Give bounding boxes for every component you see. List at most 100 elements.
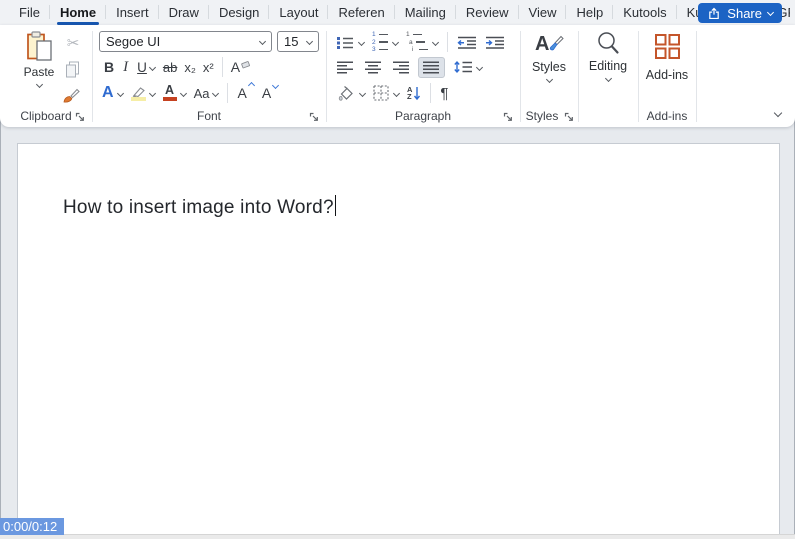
font-color-letter: A (165, 85, 174, 96)
grow-font-button[interactable]: A (233, 82, 250, 104)
line-spacing-icon (453, 60, 473, 74)
text-highlight-dropdown[interactable] (150, 82, 159, 104)
underline-dropdown[interactable] (149, 56, 159, 78)
font-dialog-launcher[interactable] (309, 112, 319, 122)
multilevel-mark: i (412, 47, 417, 52)
editing-button[interactable]: Editing (578, 31, 638, 81)
line-spacing-button[interactable] (450, 56, 485, 78)
text-effects-button[interactable]: A (99, 82, 117, 104)
styles-button-label: Styles (532, 60, 566, 74)
change-case-button[interactable]: Aa (191, 82, 213, 104)
bullets-button[interactable] (333, 31, 357, 53)
justify-button[interactable] (418, 57, 445, 78)
clipboard-dialog-launcher[interactable] (75, 112, 85, 122)
font-color-chevron (180, 89, 187, 96)
italic-button[interactable]: I (118, 56, 133, 78)
share-label: Share (727, 6, 762, 21)
shrink-font-button[interactable]: A (258, 82, 275, 104)
text-highlight-button[interactable] (128, 82, 149, 104)
paragraph-dialog-launcher[interactable] (503, 112, 513, 122)
decrease-indent-button[interactable] (454, 31, 480, 53)
sort-button[interactable]: A Z (404, 82, 424, 104)
tab-review[interactable]: Review (456, 0, 519, 25)
dialog-launcher-icon (309, 112, 319, 122)
strikethrough-button[interactable]: ab (160, 56, 180, 78)
format-painter-icon (62, 87, 80, 103)
paste-clipboard-icon (26, 31, 53, 62)
text-highlight-chevron (149, 89, 156, 96)
text-effects-dropdown[interactable] (118, 82, 127, 104)
tab-help[interactable]: Help (566, 0, 613, 25)
numbering-digit: 1 (372, 32, 377, 37)
tab-mailings[interactable]: Mailing (395, 0, 456, 25)
player-time-text: 0:00/0:12 (3, 519, 57, 534)
mini-separator (447, 32, 448, 52)
font-group-label: Font (92, 109, 326, 123)
collapse-ribbon-chevron[interactable] (774, 109, 782, 117)
clipboard-group: Paste ✂ Clipboard (0, 25, 92, 127)
font-name-combobox[interactable]: Segoe UI (99, 31, 272, 52)
tab-home[interactable]: Home (50, 0, 106, 25)
bold-button[interactable]: B (101, 56, 117, 78)
tab-view[interactable]: View (519, 0, 567, 25)
addins-button[interactable]: Add-ins (638, 33, 696, 82)
numbering-button[interactable]: 1 2 3 (369, 31, 391, 53)
multilevel-list-button[interactable]: 1 a i (403, 31, 431, 53)
font-color-button[interactable]: A (160, 82, 180, 104)
align-left-icon (337, 61, 354, 74)
tab-file[interactable]: File (9, 0, 50, 25)
cut-button[interactable]: ✂ (61, 32, 85, 54)
dialog-launcher-icon (75, 112, 85, 122)
change-case-dropdown[interactable] (213, 82, 222, 104)
addins-button-label: Add-ins (646, 68, 688, 82)
copy-button[interactable] (60, 58, 84, 80)
shading-button[interactable] (333, 82, 358, 104)
dialog-launcher-icon (503, 112, 513, 122)
borders-dropdown[interactable] (394, 82, 402, 104)
numbering-dropdown[interactable] (393, 31, 401, 53)
tab-insert[interactable]: Insert (106, 0, 159, 25)
styles-dialog-launcher[interactable] (564, 112, 574, 122)
paste-button[interactable]: Paste (16, 31, 62, 87)
format-painter-button[interactable] (59, 84, 83, 106)
underline-button[interactable]: U (134, 56, 148, 78)
shading-bucket-icon (336, 86, 355, 101)
tab-references[interactable]: Referen (328, 0, 394, 25)
document-page[interactable]: How to insert image into Word? (17, 143, 780, 534)
grow-font-letter: A (237, 85, 246, 101)
multilevel-dropdown[interactable] (433, 31, 441, 53)
bullets-dropdown[interactable] (359, 31, 367, 53)
tab-design[interactable]: Design (209, 0, 269, 25)
font-color-dropdown[interactable] (181, 82, 190, 104)
borders-button[interactable] (370, 82, 392, 104)
text-cursor (335, 195, 337, 216)
styles-button[interactable]: A Styles (520, 31, 578, 82)
align-center-button[interactable] (362, 56, 385, 78)
show-formatting-marks-button[interactable]: ¶ (437, 82, 451, 104)
bullets-icon (336, 36, 354, 49)
numbering-chevron (392, 38, 399, 45)
bullets-chevron (358, 38, 365, 45)
increase-indent-button[interactable] (482, 31, 508, 53)
align-left-button[interactable] (334, 56, 357, 78)
tab-draw[interactable]: Draw (159, 0, 209, 25)
font-size-chevron (306, 38, 313, 45)
subscript-button[interactable]: x₂ (181, 56, 199, 78)
window-bottom-edge (0, 534, 795, 539)
font-size-combobox[interactable]: 15 (277, 31, 319, 52)
font-name-value: Segoe UI (106, 34, 160, 49)
align-right-button[interactable] (390, 56, 413, 78)
share-button[interactable]: Share (698, 3, 782, 23)
paragraph-group-label: Paragraph (326, 109, 520, 123)
shrink-font-caret (272, 82, 279, 89)
shading-dropdown[interactable] (360, 82, 368, 104)
underline-chevron (149, 63, 156, 70)
decrease-indent-icon (457, 36, 477, 49)
tab-kutools[interactable]: Kutools (613, 0, 676, 25)
dialog-launcher-icon (564, 112, 574, 122)
superscript-button[interactable]: x² (200, 56, 217, 78)
tab-layout[interactable]: Layout (269, 0, 328, 25)
borders-icon (373, 85, 389, 101)
clear-formatting-button[interactable]: A (228, 56, 253, 78)
addins-grid-icon (654, 33, 681, 60)
